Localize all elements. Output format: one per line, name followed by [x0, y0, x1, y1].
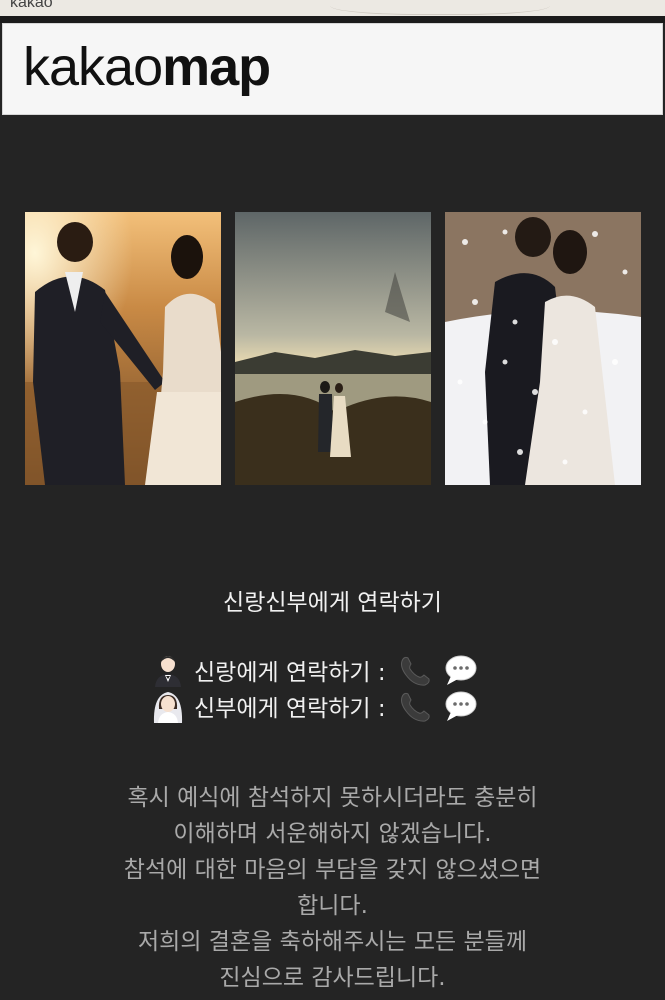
contact-bride-row: 신부에게 연락하기 :	[150, 689, 530, 723]
message-line: 참석에 대한 마음의 부담을 갖지 않으셨으면	[123, 857, 542, 883]
groom-contact-label: 신랑에게 연락하기 :	[194, 660, 386, 686]
map-embed[interactable]: kakao	[0, 0, 665, 16]
message-line: 진심으로 감사드립니다.	[219, 965, 446, 991]
divider	[0, 16, 665, 23]
logo-light-part: kakao	[23, 37, 163, 97]
phone-icon[interactable]	[396, 689, 432, 723]
message-line: 저희의 결혼을 축하해주시는 모든 분들께	[138, 929, 527, 955]
logo-bold-part: map	[162, 37, 271, 97]
groom-avatar-icon	[150, 653, 186, 687]
kakaomap-link-bar[interactable]: kakaomap	[2, 23, 663, 115]
contact-section-title: 신랑신부에게 연락하기	[223, 590, 442, 616]
attendance-message: 혹시 예식에 참석하지 못하시더라도 충분히 이해하며 서운해하지 않겠습니다.…	[0, 780, 665, 996]
message-line: 혹시 예식에 참석하지 못하시더라도 충분히	[127, 785, 538, 811]
bride-avatar-icon	[150, 689, 186, 723]
phone-icon[interactable]	[396, 653, 432, 687]
speech-bubble-icon[interactable]	[442, 689, 478, 723]
bride-contact-label: 신부에게 연락하기 :	[194, 696, 386, 722]
speech-bubble-icon[interactable]	[442, 653, 478, 687]
couple-snow-kiss-photo[interactable]	[445, 212, 641, 485]
map-attribution: kakao	[10, 0, 53, 11]
kakaomap-logo[interactable]: kakaomap	[23, 37, 271, 97]
contact-groom-row: 신랑에게 연락하기 :	[150, 653, 530, 687]
map-road-line	[330, 0, 550, 15]
couple-sunset-field-photo[interactable]	[25, 212, 221, 485]
message-line: 합니다.	[297, 893, 368, 919]
couple-lakeside-photo[interactable]	[235, 212, 431, 485]
message-line: 이해하며 서운해하지 않겠습니다.	[173, 821, 492, 847]
